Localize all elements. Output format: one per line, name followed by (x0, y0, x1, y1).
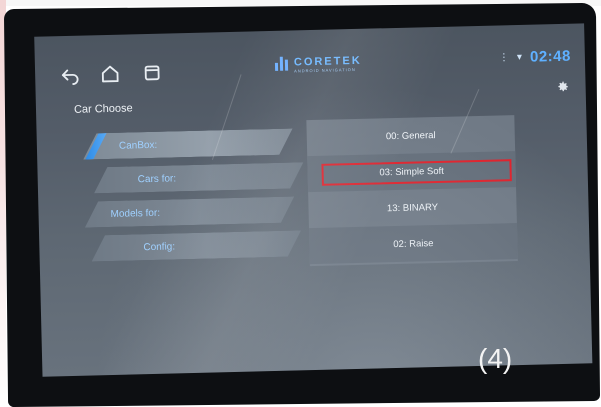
list-item-label: 13: BINARY (386, 201, 439, 214)
list-item[interactable]: 02: Raise (308, 223, 518, 265)
status-bar: CORETEK ANDROID NAVIGATION ⋮ ▾ 02:48 (34, 23, 585, 88)
recent-apps-icon[interactable] (141, 62, 164, 85)
page-title: Car Choose (73, 102, 133, 116)
signal-icon: ⋮ (498, 52, 510, 64)
list-item-label: 00: General (385, 129, 436, 142)
menu-item-models-for[interactable]: Models for: (84, 196, 295, 227)
highlight-box (321, 159, 512, 186)
menu-item-label: Config: (143, 240, 176, 253)
list-item[interactable]: 00: General (306, 115, 515, 156)
list-item-label: 02: Raise (393, 237, 434, 250)
logo-bars-icon (274, 56, 289, 71)
menu-item-cars-for[interactable]: Cars for: (93, 162, 304, 193)
menu-item-canbox[interactable]: CanBox: (83, 129, 294, 160)
settings-gear-icon[interactable] (555, 80, 569, 94)
wifi-icon: ▾ (516, 51, 523, 64)
step-number-label: (4) (478, 343, 513, 374)
head-unit-screen: CORETEK ANDROID NAVIGATION ⋮ ▾ 02:48 Car… (34, 23, 593, 377)
list-item[interactable]: 13: BINARY (308, 187, 517, 228)
home-icon[interactable] (99, 63, 122, 86)
back-icon[interactable] (59, 64, 82, 87)
active-accent (85, 133, 108, 160)
settings-menu: CanBox: Cars for: Models for: Config: (83, 128, 313, 134)
brand-tagline: ANDROID NAVIGATION (294, 66, 356, 74)
menu-item-label: Models for: (110, 207, 161, 220)
canbox-options-list: 00: General 03: Simple Soft 13: BINARY 0… (306, 115, 518, 267)
brand-logo: CORETEK ANDROID NAVIGATION (274, 55, 362, 74)
menu-item-label: Cars for: (137, 172, 177, 185)
clock: 02:48 (529, 47, 572, 66)
status-area: ⋮ ▾ 02:48 (499, 48, 571, 67)
menu-item-config[interactable]: Config: (91, 230, 302, 261)
menu-item-label: CanBox: (118, 139, 158, 152)
